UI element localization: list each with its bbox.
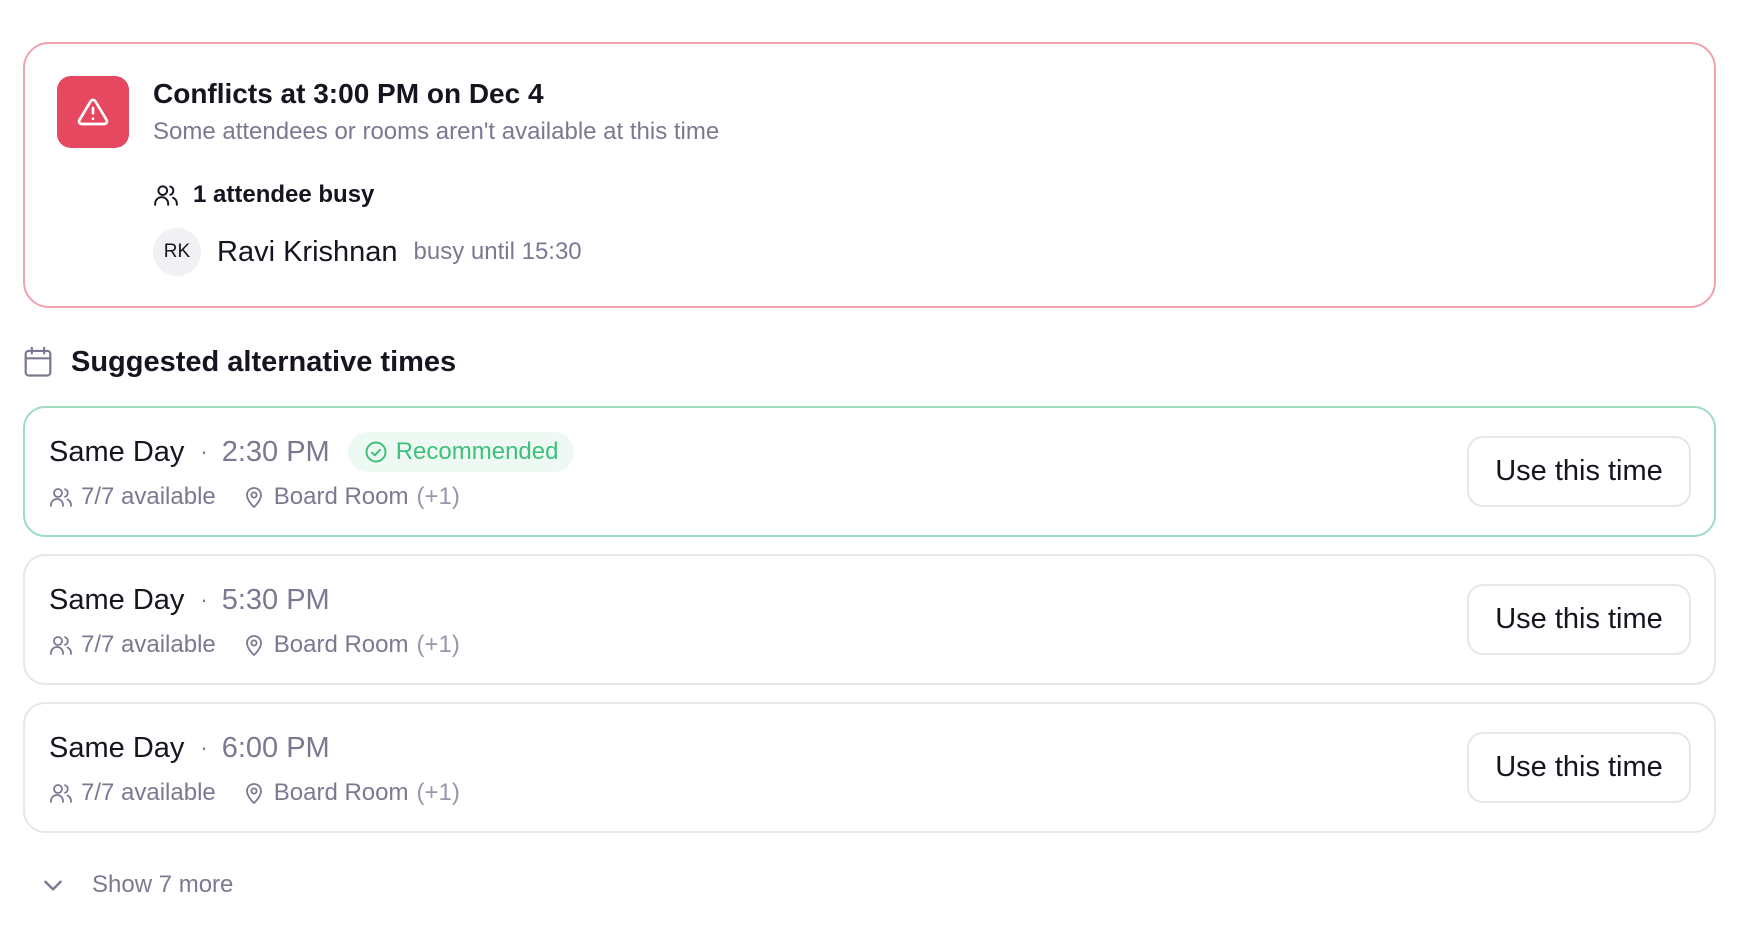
room-extra-count: (+1) <box>416 631 460 658</box>
conflict-title: Conflicts at 3:00 PM on Dec 4 <box>153 78 544 109</box>
users-icon <box>49 485 73 509</box>
room-name: Board Room <box>273 779 409 806</box>
calendar-icon <box>23 346 53 378</box>
slot-meta: 7/7 available Board Room (+1) <box>49 482 460 512</box>
room-extra-count: (+1) <box>416 779 460 806</box>
slot-meta: 7/7 available Board Room (+1) <box>49 778 460 808</box>
slot-meta: 7/7 available Board Room (+1) <box>49 630 460 660</box>
room-name: Board Room <box>273 631 409 658</box>
room-extra-count: (+1) <box>416 483 460 510</box>
map-pin-icon <box>242 485 266 509</box>
map-pin-icon <box>242 781 266 805</box>
busy-count-label: 1 attendee busy <box>193 181 375 208</box>
conflict-card: Conflicts at 3:00 PM on Dec 4 Some atten… <box>23 42 1716 308</box>
map-pin-icon <box>242 633 266 657</box>
users-icon <box>49 633 73 657</box>
time-slot-card: Same Day · 2:30 PM Recommended 7/7 avail… <box>23 406 1716 537</box>
slot-header: Same Day · 5:30 PM <box>49 580 330 620</box>
slot-time: 2:30 PM <box>221 435 330 468</box>
slot-header: Same Day · 2:30 PM Recommended <box>49 432 575 472</box>
slot-header: Same Day · 6:00 PM <box>49 728 330 768</box>
slot-time: 5:30 PM <box>221 583 330 616</box>
chevron-down-icon <box>40 872 66 898</box>
slot-day: Same Day <box>49 731 185 764</box>
slot-time: 6:00 PM <box>221 731 330 764</box>
conflict-subtitle: Some attendees or rooms aren't available… <box>153 118 720 145</box>
slot-day: Same Day <box>49 583 185 616</box>
slot-separator: · <box>200 735 208 760</box>
busy-attendees-heading: 1 attendee busy <box>153 180 374 210</box>
slot-separator: · <box>200 587 208 612</box>
availability-count: 7/7 available <box>81 631 216 658</box>
users-icon <box>49 781 73 805</box>
suggestions-heading: Suggested alternative times <box>23 345 456 379</box>
attendee-name: Ravi Krishnan <box>217 235 398 268</box>
room-name: Board Room <box>273 483 409 510</box>
users-icon <box>153 182 179 208</box>
show-more-label: Show 7 more <box>92 871 234 898</box>
time-slot-card: Same Day · 6:00 PM 7/7 available Board R… <box>23 702 1716 833</box>
use-this-time-button[interactable]: Use this time <box>1467 436 1691 507</box>
suggestions-title: Suggested alternative times <box>71 345 457 378</box>
busy-attendee-row: RK Ravi Krishnan busy until 15:30 <box>153 228 582 276</box>
slot-separator: · <box>200 439 208 464</box>
recommended-badge: Recommended <box>347 432 575 472</box>
attendee-busy-status: busy until 15:30 <box>413 238 582 265</box>
time-slot-card: Same Day · 5:30 PM 7/7 available Board R… <box>23 554 1716 685</box>
use-this-time-button[interactable]: Use this time <box>1467 584 1691 655</box>
slot-day: Same Day <box>49 435 185 468</box>
use-this-time-button[interactable]: Use this time <box>1467 732 1691 803</box>
availability-count: 7/7 available <box>81 779 216 806</box>
check-circle-icon <box>364 440 388 464</box>
show-more-toggle[interactable]: Show 7 more <box>40 868 233 902</box>
warning-triangle-icon <box>57 76 129 148</box>
availability-count: 7/7 available <box>81 483 216 510</box>
avatar: RK <box>153 228 201 276</box>
recommended-label: Recommended <box>395 438 559 465</box>
